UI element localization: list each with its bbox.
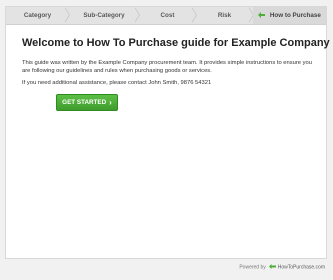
powered-by-label: Powered by xyxy=(239,264,266,271)
step-label: Sub-Category xyxy=(83,12,125,19)
step-category[interactable]: Category xyxy=(6,7,70,24)
powered-by: Powered by HowToPurchase.com xyxy=(239,264,325,271)
get-started-button[interactable]: GET STARTED › xyxy=(56,94,118,111)
step-label: Category xyxy=(23,12,52,19)
step-label: Risk xyxy=(217,12,232,19)
app-frame: Category Sub-Category Cost Risk How to P… xyxy=(0,0,333,280)
brand-logo-icon xyxy=(268,264,276,269)
guide-card: Category Sub-Category Cost Risk How to P… xyxy=(5,6,330,259)
step-label: Cost xyxy=(160,12,175,19)
get-started-label: GET STARTED xyxy=(62,99,107,106)
page-title: Welcome to How To Purchase guide for Exa… xyxy=(22,37,330,49)
step-navigation: Category Sub-Category Cost Risk How to P… xyxy=(6,7,326,25)
step-cost[interactable]: Cost xyxy=(139,7,197,24)
chevron-right-icon: › xyxy=(109,98,112,107)
back-arrow-icon xyxy=(258,8,266,18)
step-label: How to Purchase xyxy=(269,12,321,19)
step-how-to-purchase[interactable]: How to Purchase xyxy=(253,7,326,24)
step-sub-category[interactable]: Sub-Category xyxy=(69,7,140,24)
intro-text: This guide was written by the Example Co… xyxy=(22,60,312,74)
step-risk[interactable]: Risk xyxy=(196,7,254,24)
assistance-text: If you need additional assistance, pleas… xyxy=(22,80,212,86)
brand-link[interactable]: HowToPurchase.com xyxy=(278,265,325,271)
